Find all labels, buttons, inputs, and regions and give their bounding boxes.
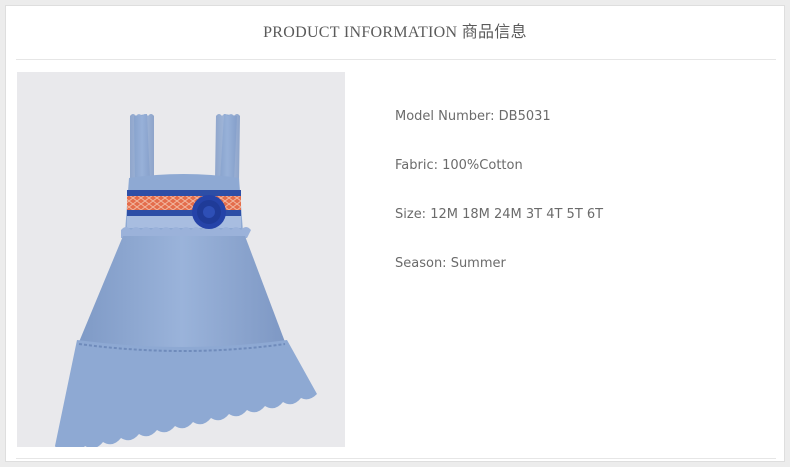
- skirt: [79, 236, 285, 349]
- spec-list: Model Number: DB5031 Fabric: 100%Cotton …: [395, 107, 603, 303]
- right-strap-ruffle: [215, 114, 240, 184]
- section-header: PRODUCT INFORMATION 商品信息: [6, 6, 784, 59]
- smock-navy-top: [127, 190, 241, 196]
- spec-size: Size: 12M 18M 24M 3T 4T 5T 6T: [395, 207, 604, 222]
- spec-season: Season: Summer: [395, 256, 506, 271]
- hem-ruffle: [55, 340, 317, 447]
- section-title: PRODUCT INFORMATION 商品信息: [263, 24, 527, 41]
- product-info-panel: PRODUCT INFORMATION 商品信息 Model Number: D…: [5, 5, 785, 462]
- flower-icon: [192, 195, 226, 229]
- spec-model-number: Model Number: DB5031: [395, 109, 551, 124]
- header-divider: [16, 59, 776, 60]
- left-strap-ruffle: [130, 114, 154, 184]
- product-image: [17, 72, 345, 447]
- dress-illustration: [55, 114, 317, 447]
- footer-divider: [16, 458, 776, 459]
- spec-fabric: Fabric: 100%Cotton: [395, 158, 523, 173]
